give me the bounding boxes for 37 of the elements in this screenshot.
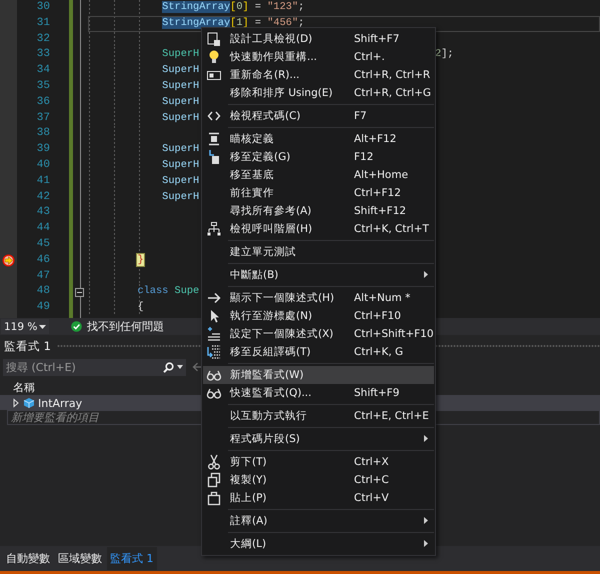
- panel-title: 監看式 1: [4, 338, 51, 354]
- code-line: StringArray[0] = "123";: [162, 0, 304, 15]
- code-line: 2];: [435, 47, 454, 62]
- line-number: 33: [36, 47, 50, 62]
- code-line: SuperH: [162, 190, 200, 205]
- code-line: SuperH: [162, 158, 200, 173]
- line-number: 38: [36, 126, 50, 142]
- code-line: StringArray[1] = "456";: [162, 16, 304, 31]
- line-number: 46: [36, 252, 50, 268]
- code-line: SuperH: [162, 174, 200, 189]
- line-number: 45: [36, 236, 50, 252]
- line-number: 48: [36, 284, 50, 300]
- line-number: 49: [36, 300, 50, 316]
- column-header: 名稱: [13, 380, 35, 394]
- code-line: SuperH: [162, 110, 200, 126]
- line-number: 32: [36, 32, 50, 47]
- line-number: 37: [36, 110, 50, 126]
- code-line: SuperH: [162, 78, 200, 94]
- code-line: class Supe: [137, 284, 200, 300]
- code-line: {: [137, 300, 144, 316]
- code-line: SuperH: [162, 142, 200, 158]
- line-number: 43: [36, 205, 50, 220]
- code-line: SuperH: [162, 63, 200, 78]
- line-number: 40: [36, 158, 50, 173]
- line-number: 39: [36, 142, 50, 158]
- line-number: 44: [36, 221, 50, 236]
- code-line: SuperH: [162, 94, 200, 110]
- line-number: 34: [36, 63, 50, 78]
- line-number: 35: [36, 78, 50, 94]
- line-number: 47: [36, 268, 50, 284]
- line-number: 42: [36, 190, 50, 205]
- line-number: 36: [36, 94, 50, 110]
- line-number: 30: [36, 0, 50, 15]
- code-line: SuperH: [162, 47, 200, 62]
- line-number: 31: [36, 16, 50, 31]
- line-number: 41: [36, 174, 50, 189]
- issues-status: 找不到任何問題: [87, 319, 164, 334]
